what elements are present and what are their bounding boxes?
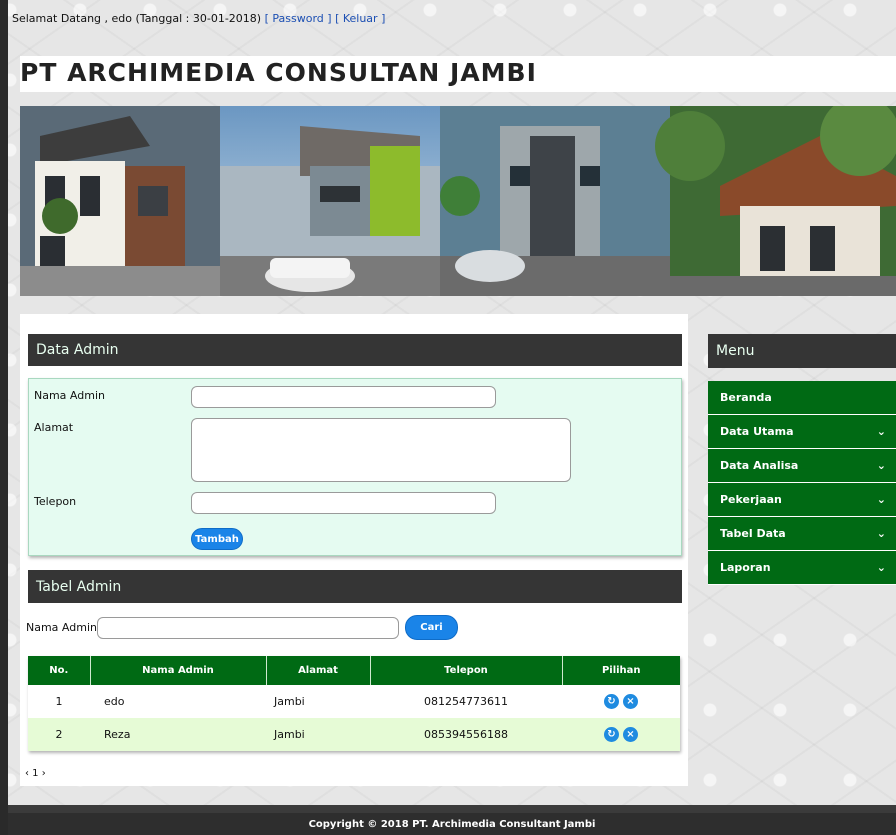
- cell-phone: 085394556188: [370, 718, 562, 751]
- menu-item-label: Tabel Data: [720, 527, 786, 540]
- welcome-bar: Selamat Datang , edo (Tanggal : 30-01-20…: [12, 12, 385, 25]
- search-button[interactable]: Cari: [405, 615, 458, 640]
- pagination[interactable]: ‹ 1 ›: [25, 768, 46, 779]
- menu-item-pekerjaan[interactable]: Pekerjaan ⌄: [708, 483, 896, 517]
- cell-no: 1: [28, 685, 90, 718]
- add-button[interactable]: Tambah: [191, 528, 243, 550]
- name-input[interactable]: [191, 386, 496, 408]
- menu-item-label: Pekerjaan: [720, 493, 782, 506]
- data-admin-title: Data Admin: [36, 342, 119, 358]
- chevron-down-icon: ⌄: [876, 493, 886, 506]
- cell-name: Reza: [90, 718, 266, 751]
- cell-address: Jambi: [266, 718, 370, 751]
- table-row: 2 Reza Jambi 085394556188 ↻ ×: [28, 718, 680, 751]
- cell-no: 2: [28, 718, 90, 751]
- table-admin-title: Tabel Admin: [36, 578, 122, 595]
- address-label: Alamat: [34, 421, 74, 434]
- cell-actions: ↻ ×: [562, 718, 680, 751]
- menu-item-tabel-data[interactable]: Tabel Data ⌄: [708, 517, 896, 551]
- footer-copyright: Copyright © 2018 PT. Archimedia Consulta…: [308, 818, 596, 830]
- menu-item-data-utama[interactable]: Data Utama ⌄: [708, 415, 896, 449]
- col-no: No.: [28, 656, 91, 685]
- left-border-strip: [0, 0, 8, 835]
- chevron-down-icon: ⌄: [876, 561, 886, 574]
- col-name: Nama Admin: [90, 656, 267, 685]
- phone-input[interactable]: [191, 492, 496, 514]
- col-phone: Telepon: [370, 656, 563, 685]
- site-title-bar: PT ARCHIMEDIA CONSULTAN JAMBI: [20, 56, 896, 92]
- col-actions: Pilihan: [562, 656, 680, 685]
- menu-item-label: Beranda: [720, 391, 772, 404]
- menu-item-laporan[interactable]: Laporan ⌄: [708, 551, 896, 585]
- close-icon[interactable]: ×: [623, 727, 638, 742]
- search-label: Nama Admin :: [26, 621, 105, 634]
- table-row: 1 edo Jambi 081254773611 ↻ ×: [28, 685, 680, 718]
- table-header-row: No. Nama Admin Alamat Telepon Pilihan: [28, 656, 680, 685]
- sidebar-title: Menu: [716, 343, 755, 359]
- name-label: Nama Admin: [34, 389, 105, 402]
- cell-name: edo: [90, 685, 266, 718]
- footer: Copyright © 2018 PT. Archimedia Consulta…: [8, 805, 896, 835]
- header-banner-image: [20, 106, 896, 296]
- refresh-icon[interactable]: ↻: [604, 727, 619, 742]
- address-textarea[interactable]: [191, 418, 571, 482]
- col-address: Alamat: [266, 656, 371, 685]
- banner-houses-illustration: [20, 106, 896, 296]
- menu-item-label: Laporan: [720, 561, 771, 574]
- chevron-down-icon: ⌄: [876, 527, 886, 540]
- search-input[interactable]: [97, 617, 399, 639]
- admin-table: No. Nama Admin Alamat Telepon Pilihan 1 …: [28, 656, 680, 751]
- menu-item-data-analisa[interactable]: Data Analisa ⌄: [708, 449, 896, 483]
- sidebar-header: Menu: [708, 334, 896, 368]
- menu-item-label: Data Analisa: [720, 459, 799, 472]
- sidebar-menu: Beranda Data Utama ⌄ Data Analisa ⌄ Peke…: [708, 381, 896, 585]
- password-link[interactable]: [ Password ]: [265, 12, 332, 25]
- close-icon[interactable]: ×: [623, 694, 638, 709]
- welcome-text: Selamat Datang , edo (Tanggal : 30-01-20…: [12, 12, 262, 25]
- cell-address: Jambi: [266, 685, 370, 718]
- data-admin-header: Data Admin: [28, 334, 682, 366]
- chevron-down-icon: ⌄: [876, 459, 886, 472]
- menu-item-label: Data Utama: [720, 425, 794, 438]
- logout-link[interactable]: [ Keluar ]: [335, 12, 385, 25]
- site-title: PT ARCHIMEDIA CONSULTAN JAMBI: [20, 58, 537, 87]
- table-admin-header: Tabel Admin: [28, 570, 682, 603]
- cell-phone: 081254773611: [370, 685, 562, 718]
- menu-item-beranda[interactable]: Beranda: [708, 381, 896, 415]
- refresh-icon[interactable]: ↻: [604, 694, 619, 709]
- cell-actions: ↻ ×: [562, 685, 680, 718]
- chevron-down-icon: ⌄: [876, 425, 886, 438]
- phone-label: Telepon: [34, 495, 77, 508]
